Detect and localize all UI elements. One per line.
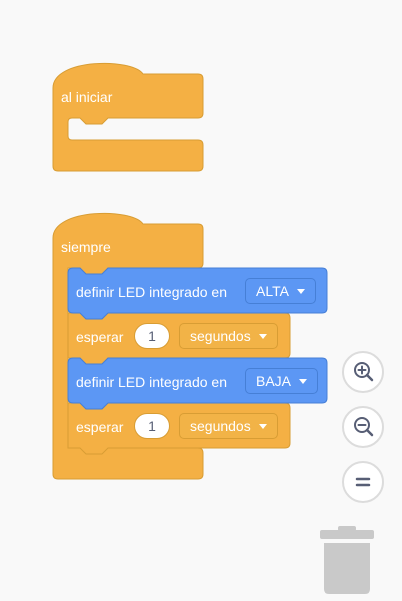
wait-label: esperar (76, 419, 124, 435)
trash-can[interactable] (320, 525, 374, 600)
set-led-label: definir LED integrado en (76, 284, 227, 300)
forever-label: siempre (61, 239, 111, 255)
led-state-dropdown[interactable]: BAJA (245, 368, 319, 394)
start-hat-label: al iniciar (61, 89, 113, 105)
dropdown-value: BAJA (256, 373, 292, 389)
trash-icon (320, 526, 374, 594)
wait-amount-input[interactable]: 1 (134, 413, 170, 439)
caret-down-icon (299, 378, 308, 384)
dropdown-value: segundos (190, 328, 251, 344)
zoom-out-icon (354, 417, 374, 437)
blocks-workspace[interactable]: al iniciar siempre definir LED integrado… (0, 0, 402, 601)
time-unit-dropdown[interactable]: segundos (179, 323, 278, 349)
dropdown-value: segundos (190, 418, 251, 434)
zoom-in-button[interactable] (342, 351, 384, 393)
zoom-reset-button[interactable] (342, 461, 384, 503)
caret-down-icon (258, 333, 267, 339)
wait-amount-input[interactable]: 1 (134, 323, 170, 349)
caret-down-icon (296, 288, 305, 294)
wait-label: esperar (76, 329, 124, 345)
wait-amount-value: 1 (148, 328, 156, 344)
dropdown-value: ALTA (256, 283, 289, 299)
time-unit-dropdown[interactable]: segundos (179, 413, 278, 439)
set-led-label: definir LED integrado en (76, 374, 227, 390)
caret-down-icon (258, 423, 267, 429)
zoom-in-icon (354, 362, 374, 382)
zoom-reset-icon (355, 477, 371, 487)
led-state-dropdown[interactable]: ALTA (245, 278, 316, 304)
start-hat-block[interactable] (52, 62, 204, 172)
zoom-out-button[interactable] (342, 406, 384, 448)
wait-amount-value: 1 (148, 418, 156, 434)
